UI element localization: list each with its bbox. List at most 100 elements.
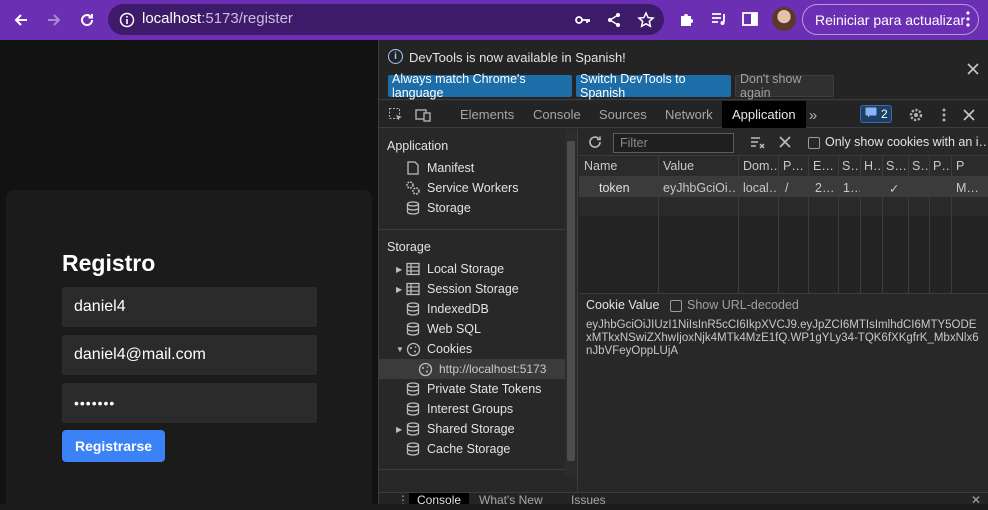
scrollbar-thumb[interactable] <box>567 141 575 461</box>
column-divider <box>808 156 809 293</box>
column-divider <box>778 156 779 293</box>
tab-application[interactable]: Application <box>722 101 806 128</box>
more-tabs-chevron-icon[interactable]: » <box>804 106 822 124</box>
sidebar-item-shared-storage[interactable]: ▶ Shared Storage <box>379 419 565 439</box>
section-application: Application <box>387 139 449 153</box>
sidebar-item-service-workers[interactable]: Service Workers <box>379 178 565 198</box>
issues-count: 2 <box>881 107 888 121</box>
extensions-puzzle-icon[interactable] <box>677 9 697 29</box>
url-decoded-checkbox[interactable] <box>670 300 682 312</box>
column-header-samesite[interactable]: S… <box>912 159 929 173</box>
sidebar-item-session-storage[interactable]: ▶ Session Storage <box>379 279 565 299</box>
inspect-element-icon[interactable] <box>387 106 405 124</box>
only-issues-checkbox[interactable] <box>808 137 820 149</box>
collapse-arrow-icon[interactable]: ▼ <box>396 345 404 354</box>
drawer-tab-issues[interactable]: Issues <box>571 493 606 504</box>
cookie-secure: ✓ <box>889 182 900 196</box>
sidebar-item-manifest[interactable]: Manifest <box>379 158 565 178</box>
drawer-menu-icon[interactable]: ⋮ <box>397 493 409 504</box>
column-header-path[interactable]: P… <box>783 159 807 173</box>
drawer-tab-console[interactable]: Console <box>409 493 470 504</box>
forward-arrow-icon[interactable] <box>42 8 66 32</box>
database-icon <box>405 421 421 437</box>
cookie-value-text[interactable]: eyJhbGciOiJIUzI1NiIsInR5cCI6IkpXVCJ9.eyJ… <box>586 319 982 358</box>
sidebar-item-interest-groups[interactable]: Interest Groups <box>379 399 565 419</box>
tab-console[interactable]: Console <box>533 101 581 128</box>
update-label: Reiniciar para actualizar <box>815 11 966 28</box>
tab-network[interactable]: Network <box>665 101 713 128</box>
database-icon <box>405 301 421 317</box>
match-language-button[interactable]: Always match Chrome's language <box>388 72 572 100</box>
infobar-message: DevTools is now available in Spanish! <box>409 50 626 65</box>
dont-show-button[interactable]: Don't show again <box>735 72 834 100</box>
sidebar-item-cookie-origin[interactable]: http://localhost:5173 <box>379 359 565 379</box>
device-toolbar-icon[interactable] <box>414 106 432 124</box>
issues-chat-icon <box>865 107 877 121</box>
sidebar-item-private-state-tokens[interactable]: Private State Tokens <box>379 379 565 399</box>
sidebar-divider <box>379 229 565 230</box>
drawer-tab-whats-new[interactable]: What's New <box>479 493 543 504</box>
column-header-value[interactable]: Value <box>663 159 735 173</box>
sidebar-scrollbar[interactable] <box>565 129 577 475</box>
tab-elements[interactable]: Elements <box>460 101 514 128</box>
cookie-value-panel: Cookie Value Show URL-decoded eyJhbGciOi… <box>579 293 988 504</box>
username-input[interactable]: daniel4 <box>62 287 317 327</box>
switch-language-button[interactable]: Switch DevTools to Spanish <box>576 72 731 100</box>
issues-badge[interactable]: 2 <box>860 105 892 123</box>
close-devtools-icon[interactable] <box>960 106 978 124</box>
filter-input[interactable]: Filter <box>613 133 734 153</box>
sidebar-item-local-storage[interactable]: ▶ Local Storage <box>379 259 565 279</box>
sidebar-item-indexeddb[interactable]: IndexedDB <box>379 299 565 319</box>
column-divider <box>908 156 909 293</box>
page-title: Registro <box>62 250 156 276</box>
sidebar-item-cookies[interactable]: ▼ Cookies <box>379 339 565 359</box>
column-header-domain[interactable]: Dom… <box>743 159 777 173</box>
column-divider <box>658 156 659 293</box>
info-icon: i <box>388 49 403 64</box>
reload-icon[interactable] <box>75 8 99 32</box>
column-header-expires[interactable]: E… <box>813 159 837 173</box>
column-header-size[interactable]: S… <box>842 159 860 173</box>
column-header-secure[interactable]: S… <box>886 159 908 173</box>
side-panel-icon[interactable] <box>740 9 760 29</box>
refresh-icon[interactable] <box>586 133 604 151</box>
cookie-icon <box>417 361 433 377</box>
tab-sources[interactable]: Sources <box>599 101 647 128</box>
cookie-path: / <box>785 181 789 195</box>
address-bar[interactable]: localhost:5173/register <box>108 4 664 35</box>
devtools-drawer: ⋮ Console What's New Issues ✕ <box>379 492 988 504</box>
drawer-close-icon[interactable]: ✕ <box>971 493 981 504</box>
profile-avatar[interactable] <box>772 7 796 31</box>
language-infobar: i DevTools is now available in Spanish! … <box>379 40 988 100</box>
email-input[interactable]: daniel4@mail.com <box>62 335 317 375</box>
column-header-name[interactable]: Name <box>584 159 656 173</box>
devtools-menu-icon[interactable] <box>935 106 953 124</box>
clear-filtered-icon[interactable] <box>749 133 767 151</box>
close-icon[interactable] <box>967 62 979 80</box>
settings-gear-icon[interactable] <box>907 106 925 124</box>
sidebar-item-cache-storage[interactable]: Cache Storage <box>379 439 565 459</box>
register-card: Registro daniel4 daniel4@mail.com ••••••… <box>6 190 372 510</box>
database-icon <box>405 321 421 337</box>
password-input[interactable]: ••••••• <box>62 383 317 423</box>
expand-arrow-icon[interactable]: ▶ <box>396 265 402 274</box>
key-icon[interactable] <box>574 11 592 29</box>
expand-arrow-icon[interactable]: ▶ <box>396 425 402 434</box>
column-header-priority[interactable]: P <box>956 159 986 173</box>
site-info-icon[interactable] <box>118 11 136 29</box>
sidebar-item-storage-overview[interactable]: Storage <box>379 198 565 218</box>
kebab-menu-icon[interactable] <box>966 11 970 30</box>
column-header-partition[interactable]: P… <box>933 159 951 173</box>
bookmark-star-icon[interactable] <box>637 11 655 29</box>
column-header-httponly[interactable]: H… <box>864 159 882 173</box>
sidebar-item-web-sql[interactable]: Web SQL <box>379 319 565 339</box>
expand-arrow-icon[interactable]: ▶ <box>396 285 402 294</box>
back-arrow-icon[interactable] <box>9 8 33 32</box>
register-button[interactable]: Registrarse <box>62 430 165 462</box>
media-queue-icon[interactable] <box>709 9 729 29</box>
clear-all-icon[interactable] <box>776 133 794 151</box>
cookie-value-title: Cookie Value <box>586 298 660 312</box>
share-icon[interactable] <box>605 11 623 29</box>
update-button[interactable]: Reiniciar para actualizar <box>802 4 979 35</box>
table-grid-icon <box>405 281 421 297</box>
